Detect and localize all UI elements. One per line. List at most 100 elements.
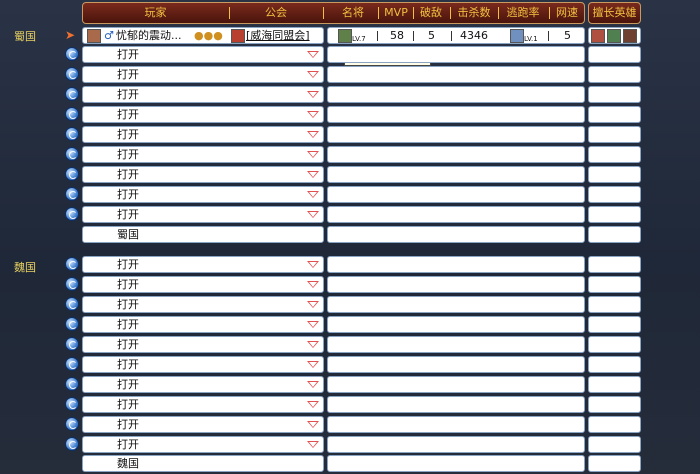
slot-dropdown[interactable]: 打开 [82, 166, 324, 183]
chevron-down-icon[interactable] [307, 211, 319, 218]
chevron-down-icon[interactable] [307, 341, 319, 348]
slot-icon[interactable] [65, 297, 79, 311]
slot-icon[interactable] [65, 167, 79, 181]
slot-hero-cell [588, 356, 641, 373]
slot-dropdown-label: 打开 [117, 278, 139, 291]
slot-stats-cell [327, 206, 585, 223]
header-divider [323, 7, 324, 19]
header-divider [549, 7, 550, 19]
slot-icon[interactable] [65, 107, 79, 121]
guild-name[interactable]: [威海同盟会] [246, 29, 310, 43]
chevron-down-icon[interactable] [307, 111, 319, 118]
slot-icon[interactable] [65, 67, 79, 81]
chevron-down-icon[interactable] [307, 421, 319, 428]
chevron-down-icon[interactable] [307, 71, 319, 78]
header-divider [450, 7, 451, 19]
slot-icon[interactable] [65, 417, 79, 431]
slot-dropdown[interactable]: 打开 [82, 296, 324, 313]
slot-dropdown[interactable]: 打开 [82, 336, 324, 353]
slot-dropdown[interactable]: 打开 [82, 256, 324, 273]
slot-icon[interactable] [65, 277, 79, 291]
chevron-down-icon[interactable] [307, 381, 319, 388]
chevron-down-icon[interactable] [307, 261, 319, 268]
slot-hero-cell [588, 296, 641, 313]
chevron-down-icon[interactable] [307, 361, 319, 368]
slot-icon[interactable] [65, 357, 79, 371]
slot-hero-cell [588, 336, 641, 353]
chevron-down-icon[interactable] [307, 191, 319, 198]
chevron-down-icon[interactable] [307, 441, 319, 448]
slot-dropdown-label: 打开 [117, 188, 139, 201]
slot-icon[interactable] [65, 47, 79, 61]
player-name[interactable]: 忧郁的震动... [116, 29, 182, 43]
hero-avatar [623, 29, 637, 43]
slot-icon[interactable] [65, 187, 79, 201]
player-name-cell[interactable]: ♂ 忧郁的震动... ●●● [威海同盟会] [82, 27, 324, 44]
chevron-down-icon[interactable] [307, 151, 319, 158]
slot-dropdown[interactable]: 打开 [82, 416, 324, 433]
slot-stats-cell [327, 86, 585, 103]
slot-stats-cell [327, 256, 585, 273]
slot-dropdown[interactable]: 打开 [82, 106, 324, 123]
slot-hero-cell [588, 316, 641, 333]
slot-icon[interactable] [65, 87, 79, 101]
slot-dropdown[interactable]: 打开 [82, 86, 324, 103]
chevron-down-icon[interactable] [307, 301, 319, 308]
slot-dropdown[interactable]: 打开 [82, 396, 324, 413]
slot-dropdown-label: 打开 [117, 208, 139, 221]
slot-dropdown[interactable]: 打开 [82, 206, 324, 223]
slot-dropdown[interactable]: 打开 [82, 316, 324, 333]
slot-dropdown[interactable]: 打开 [82, 276, 324, 293]
slot-icon[interactable] [65, 337, 79, 351]
rank-level: LV.7 [352, 35, 366, 43]
slot-dropdown[interactable]: 打开 [82, 146, 324, 163]
slot-icon[interactable] [65, 437, 79, 451]
slot-icon[interactable] [65, 397, 79, 411]
slot-stats-cell [327, 146, 585, 163]
slot-dropdown-label: 打开 [117, 398, 139, 411]
chevron-down-icon[interactable] [307, 321, 319, 328]
header-bar: 玩家 公会 名将 MVP 破敌 击杀数 逃跑率 网速 [82, 2, 585, 24]
slot-icon[interactable] [65, 257, 79, 271]
chevron-down-icon[interactable] [307, 51, 319, 58]
chevron-down-icon[interactable] [307, 401, 319, 408]
slot-icon[interactable] [65, 317, 79, 331]
slot-dropdown-label: 打开 [117, 418, 139, 431]
chevron-down-icon[interactable] [307, 171, 319, 178]
mvp-value: 5 [428, 29, 435, 42]
slot-hero-cell [588, 376, 641, 393]
slot-dropdown[interactable]: 打开 [82, 436, 324, 453]
slot-stats-cell [327, 376, 585, 393]
slot-hero-cell [588, 186, 641, 203]
header-escape: 逃跑率 [506, 6, 540, 19]
slot-icon[interactable] [65, 147, 79, 161]
slot-dropdown[interactable]: 打开 [82, 46, 324, 63]
slot-dropdown[interactable]: 打开 [82, 186, 324, 203]
slot-dropdown-label: 打开 [117, 378, 139, 391]
slot-hero-cell [588, 146, 641, 163]
slot-icon[interactable] [65, 207, 79, 221]
slot-icon[interactable] [65, 377, 79, 391]
header-divider [229, 7, 230, 19]
faction-footer: 蜀国 [82, 226, 324, 243]
slot-dropdown[interactable]: 打开 [82, 356, 324, 373]
header-divider [498, 7, 499, 19]
slot-hero-cell [588, 86, 641, 103]
slot-stats-cell [327, 106, 585, 123]
slot-dropdown[interactable]: 打开 [82, 376, 324, 393]
slot-dropdown-label: 打开 [117, 168, 139, 181]
chevron-down-icon[interactable] [307, 131, 319, 138]
slot-dropdown[interactable]: 打开 [82, 66, 324, 83]
header-ping: 网速 [556, 6, 578, 19]
slot-stats-cell [327, 316, 585, 333]
general-rank-icon[interactable] [338, 29, 352, 43]
slot-stats-cell [327, 356, 585, 373]
header-hero-bar: 擅长英雄 [588, 2, 641, 24]
chevron-down-icon[interactable] [307, 281, 319, 288]
header-kills: 击杀数 [457, 6, 491, 19]
slot-stats-cell [327, 276, 585, 293]
slot-dropdown-label: 打开 [117, 88, 139, 101]
chevron-down-icon[interactable] [307, 91, 319, 98]
slot-dropdown[interactable]: 打开 [82, 126, 324, 143]
slot-icon[interactable] [65, 127, 79, 141]
